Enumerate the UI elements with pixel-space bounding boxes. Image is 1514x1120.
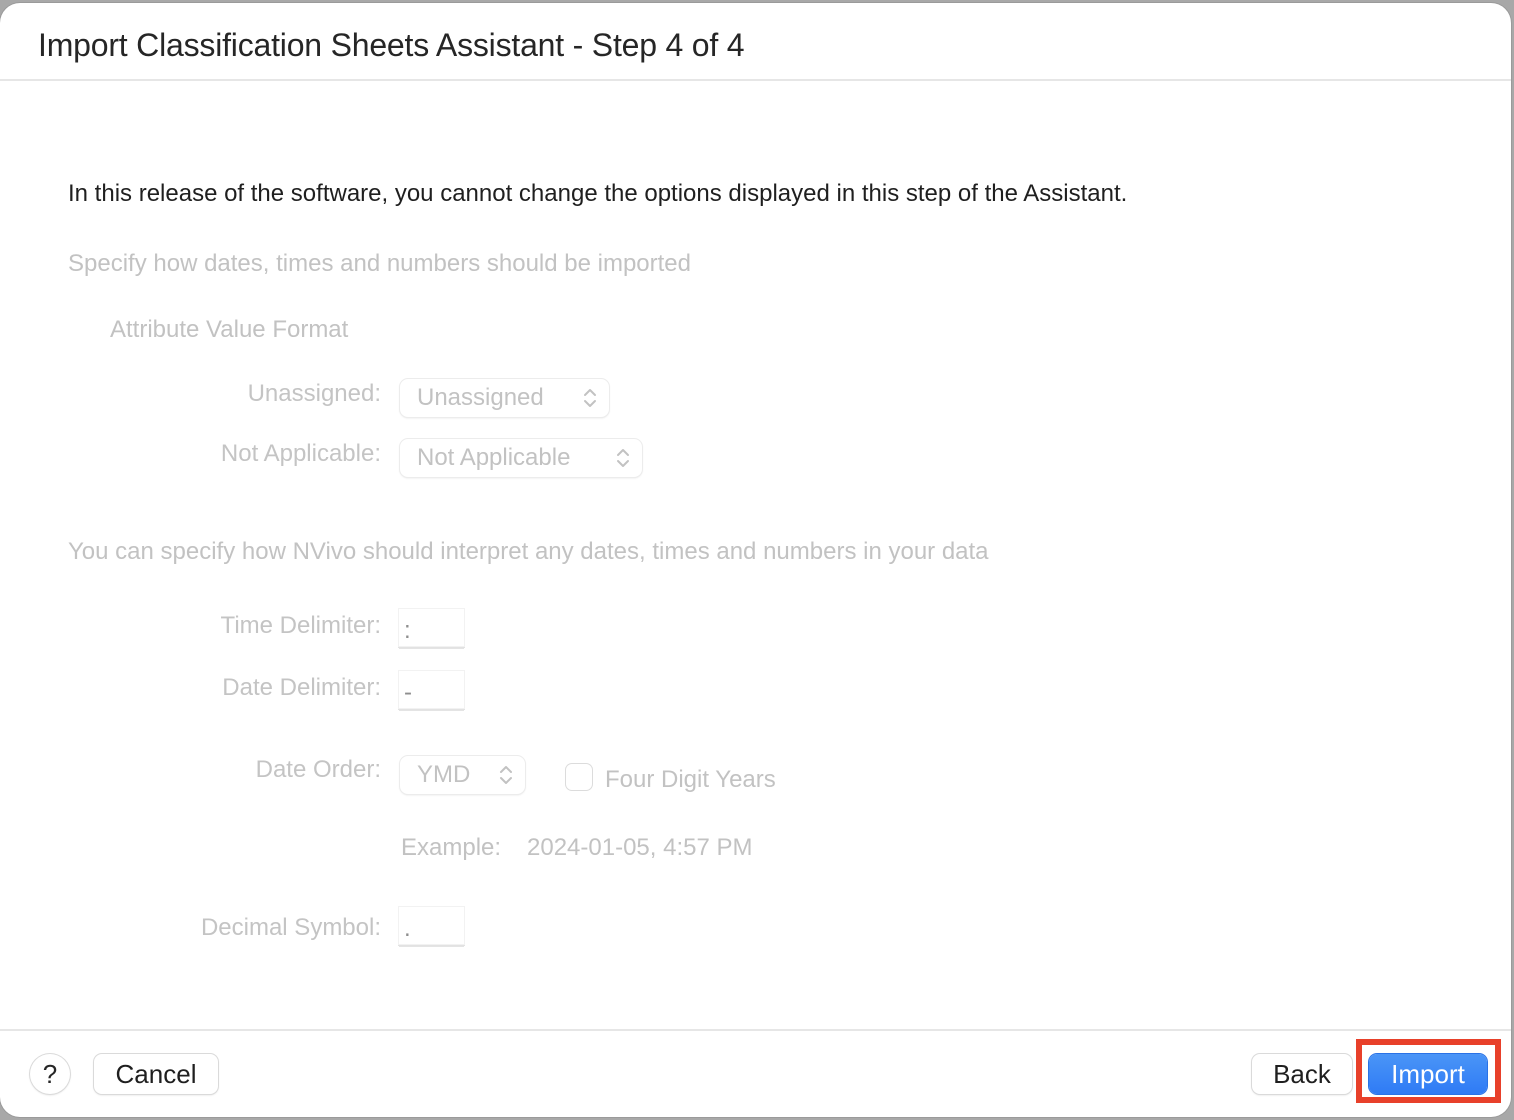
- four-digit-years-label: Four Digit Years: [605, 766, 776, 793]
- dialog-footer: ? Cancel Back Import: [0, 1029, 1511, 1117]
- interpret-section-heading: You can specify how NVivo should interpr…: [68, 538, 989, 565]
- not-applicable-popup-value: Not Applicable: [417, 444, 571, 471]
- import-button[interactable]: Import: [1369, 1054, 1487, 1094]
- up-down-chevron-icon: [500, 766, 512, 784]
- date-order-popup[interactable]: YMD: [400, 756, 525, 794]
- not-applicable-label: Not Applicable:: [220, 440, 381, 467]
- date-order-label: Date Order:: [255, 756, 381, 783]
- not-applicable-popup[interactable]: Not Applicable: [400, 439, 642, 477]
- back-button[interactable]: Back: [1252, 1054, 1352, 1094]
- unassigned-popup-value: Unassigned: [417, 384, 544, 411]
- example-value: 2024-01-05, 4:57 PM: [527, 834, 753, 861]
- attribute-section-heading: Specify how dates, times and numbers sho…: [68, 250, 692, 277]
- cancel-button[interactable]: Cancel: [94, 1054, 218, 1094]
- time-delimiter-label: Time Delimiter:: [220, 612, 381, 639]
- decimal-symbol-field[interactable]: .: [398, 906, 465, 946]
- dialog-title: Import Classification Sheets Assistant -…: [38, 27, 745, 63]
- time-delimiter-field[interactable]: :: [398, 608, 465, 648]
- unassigned-label: Unassigned:: [247, 380, 381, 407]
- decimal-symbol-label: Decimal Symbol:: [200, 914, 381, 941]
- intro-text: In this release of the software, you can…: [68, 180, 1128, 207]
- import-assistant-dialog: Import Classification Sheets Assistant -…: [0, 3, 1511, 1117]
- title-bar: Import Classification Sheets Assistant -…: [0, 3, 1511, 81]
- up-down-chevron-icon: [617, 449, 629, 467]
- date-delimiter-field[interactable]: -: [398, 670, 465, 710]
- unassigned-popup[interactable]: Unassigned: [400, 379, 609, 417]
- up-down-chevron-icon: [584, 389, 596, 407]
- attribute-value-format-heading: Attribute Value Format: [110, 316, 349, 343]
- example-label: Example:: [401, 834, 502, 861]
- help-button[interactable]: ?: [30, 1054, 70, 1094]
- four-digit-years-checkbox[interactable]: [566, 764, 592, 790]
- dialog-content: In this release of the software, you can…: [0, 81, 1511, 1031]
- date-order-popup-value: YMD: [417, 761, 471, 788]
- date-delimiter-label: Date Delimiter:: [222, 674, 381, 701]
